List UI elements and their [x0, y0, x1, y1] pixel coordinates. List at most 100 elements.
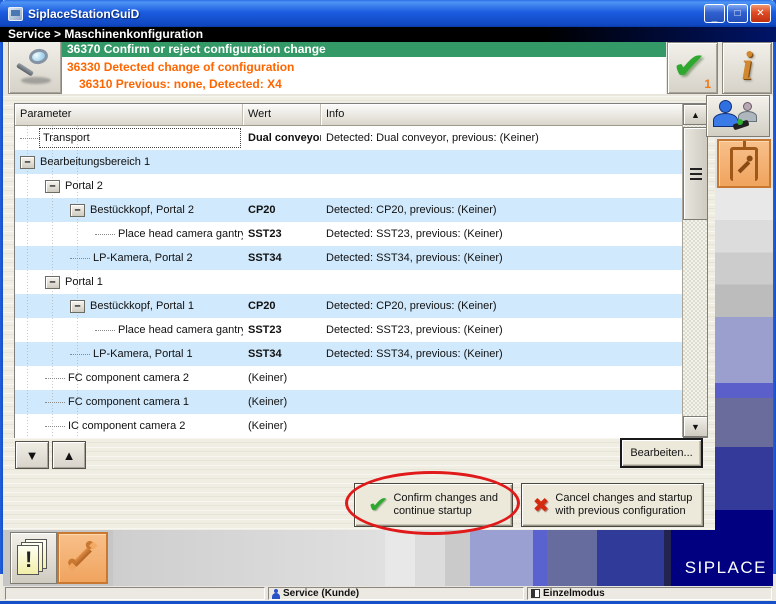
breadcrumb: Service > Maschinenkonfiguration — [0, 27, 776, 42]
info-cell: Detected: SST34, previous: (Keiner) — [321, 342, 683, 366]
maximize-button[interactable]: □ — [727, 4, 748, 23]
wert-cell: SST23 — [243, 222, 321, 246]
parameter-cell: FC component camera 1 — [15, 390, 243, 414]
zoom-view-button[interactable] — [8, 40, 62, 94]
status-panel-user: Service (Kunde) — [268, 587, 524, 600]
navigate-up-button[interactable]: ▲ — [52, 441, 86, 469]
parameter-cell: Transport — [15, 126, 243, 150]
wert-cell: Dual conveyor — [243, 126, 321, 150]
table-row[interactable]: Place head camera gantry 1 SST23 Detecte… — [15, 318, 683, 342]
column-header-parameter[interactable]: Parameter — [15, 104, 243, 125]
parameter-label: Place head camera gantry 1 — [118, 324, 243, 336]
table-header: Parameter Wert Info — [15, 104, 707, 126]
tree-branch-line — [45, 378, 65, 379]
tree-branch-line — [95, 330, 115, 331]
parameter-label: Bearbeitungsbereich 1 — [40, 156, 150, 168]
window-border — [0, 0, 3, 574]
parameter-label: LP-Kamera, Portal 1 — [93, 348, 193, 360]
parameter-cell: – Bestückkopf, Portal 2 — [15, 198, 243, 222]
parameter-label: Bestückkopf, Portal 1 — [90, 300, 194, 312]
tree-collapse-button[interactable]: – — [45, 276, 60, 289]
scroll-down-button[interactable]: ▼ — [683, 416, 708, 437]
tree-collapse-button[interactable]: – — [70, 204, 85, 217]
info-button[interactable]: i — [722, 42, 772, 94]
magnifier-icon — [28, 47, 50, 66]
table-row[interactable]: – Bestückkopf, Portal 2 CP20 Detected: C… — [15, 198, 683, 222]
table-row[interactable]: – Bearbeitungsbereich 1 — [15, 150, 683, 174]
column-header-info[interactable]: Info — [321, 104, 707, 125]
bearbeiten-button[interactable]: Bearbeiten... — [620, 438, 703, 468]
parameter-cell: – Portal 2 — [15, 174, 243, 198]
table-row[interactable]: Place head camera gantry 2 SST23 Detecte… — [15, 222, 683, 246]
application-window: SiplaceStationGuiD _ □ ✕ Service > Masch… — [0, 0, 776, 604]
mode-icon — [531, 589, 540, 598]
wert-cell: CP20 — [243, 198, 321, 222]
machine-configuration-button[interactable] — [717, 139, 771, 188]
window-title: SiplaceStationGuiD — [28, 7, 139, 21]
parameter-label: FC component camera 2 — [68, 372, 189, 384]
tree-branch-line — [45, 402, 65, 403]
tree-collapse-button[interactable]: – — [20, 156, 35, 169]
alarm-messages-button[interactable]: ! — [10, 532, 57, 584]
annotation-ellipse — [345, 471, 520, 535]
down-arrow-icon: ▼ — [26, 448, 39, 463]
info-cell: Detected: Dual conveyor, previous: (Kein… — [321, 126, 683, 150]
wert-cell: SST34 — [243, 246, 321, 270]
title-bar[interactable]: SiplaceStationGuiD _ □ ✕ — [0, 0, 776, 27]
status-bar: Service (Kunde) Einzelmodus — [3, 586, 773, 601]
table-row[interactable]: – Portal 2 — [15, 174, 683, 198]
scrollbar-thumb[interactable] — [683, 127, 708, 220]
info-icon: i — [723, 42, 771, 89]
tree-collapse-button[interactable]: – — [45, 180, 60, 193]
parameter-label: Transport — [43, 132, 90, 144]
info-cell: Detected: SST34, previous: (Keiner) — [321, 246, 683, 270]
table-body: Transport Dual conveyor Detected: Dual c… — [15, 126, 683, 438]
info-cell: Detected: CP20, previous: (Keiner) — [321, 198, 683, 222]
table-row[interactable]: – Portal 1 — [15, 270, 683, 294]
user-management-button[interactable] — [706, 95, 770, 137]
close-button[interactable]: ✕ — [750, 4, 771, 23]
up-arrow-icon: ▲ — [63, 448, 76, 463]
vertical-scrollbar[interactable]: ▲ ▼ — [682, 104, 707, 437]
column-header-wert[interactable]: Wert — [243, 104, 321, 125]
scroll-up-button[interactable]: ▲ — [683, 104, 708, 125]
table-row[interactable]: Transport Dual conveyor Detected: Dual c… — [15, 126, 683, 150]
info-cell — [321, 390, 683, 414]
table-row[interactable]: – Bestückkopf, Portal 1 CP20 Detected: C… — [15, 294, 683, 318]
parameter-cell: – Bearbeitungsbereich 1 — [15, 150, 243, 174]
siplace-logo: SIPLACE — [685, 558, 767, 578]
wert-cell — [243, 150, 321, 174]
wert-cell — [243, 174, 321, 198]
parameter-cell: IC component camera 2 — [15, 414, 243, 438]
message-count-badge: 1 — [704, 77, 711, 91]
bottom-brand-strip — [3, 530, 715, 586]
table-row[interactable]: IC component camera 2 (Keiner) — [15, 414, 683, 438]
cancel-changes-button[interactable]: ✖ Cancel changes and startup with previo… — [521, 483, 704, 527]
tree-collapse-button[interactable]: – — [70, 300, 85, 313]
parameter-label: Bestückkopf, Portal 2 — [90, 204, 194, 216]
wert-cell: SST34 — [243, 342, 321, 366]
wert-cell — [243, 270, 321, 294]
alarm-pages-icon: ! — [11, 533, 56, 583]
parameter-cell: LP-Kamera, Portal 2 — [15, 246, 243, 270]
parameter-cell: FC component camera 2 — [15, 366, 243, 390]
info-cell — [321, 366, 683, 390]
info-cell: Detected: SST23, previous: (Keiner) — [321, 318, 683, 342]
info-cell — [321, 414, 683, 438]
info-cell — [321, 174, 683, 198]
table-row[interactable]: LP-Kamera, Portal 2 SST34 Detected: SST3… — [15, 246, 683, 270]
table-row[interactable]: FC component camera 1 (Keiner) — [15, 390, 683, 414]
users-icon — [707, 96, 769, 136]
parameter-cell: LP-Kamera, Portal 1 — [15, 342, 243, 366]
service-wrench-button[interactable] — [57, 532, 108, 584]
navigate-down-button[interactable]: ▼ — [15, 441, 49, 469]
banner-message-1: 36330 Detected change of configuration — [62, 60, 666, 74]
table-row[interactable]: LP-Kamera, Portal 1 SST34 Detected: SST3… — [15, 342, 683, 366]
confirm-messages-button[interactable]: ✔ 1 — [667, 42, 718, 94]
hand-wrench-icon — [730, 147, 758, 181]
table-row[interactable]: FC component camera 2 (Keiner) — [15, 366, 683, 390]
minimize-button[interactable]: _ — [704, 4, 725, 23]
cancel-label-line2: with previous configuration — [555, 505, 685, 517]
header-area: 36370 Confirm or reject configuration ch… — [3, 42, 773, 96]
mode-label: Einzelmodus — [543, 588, 605, 599]
